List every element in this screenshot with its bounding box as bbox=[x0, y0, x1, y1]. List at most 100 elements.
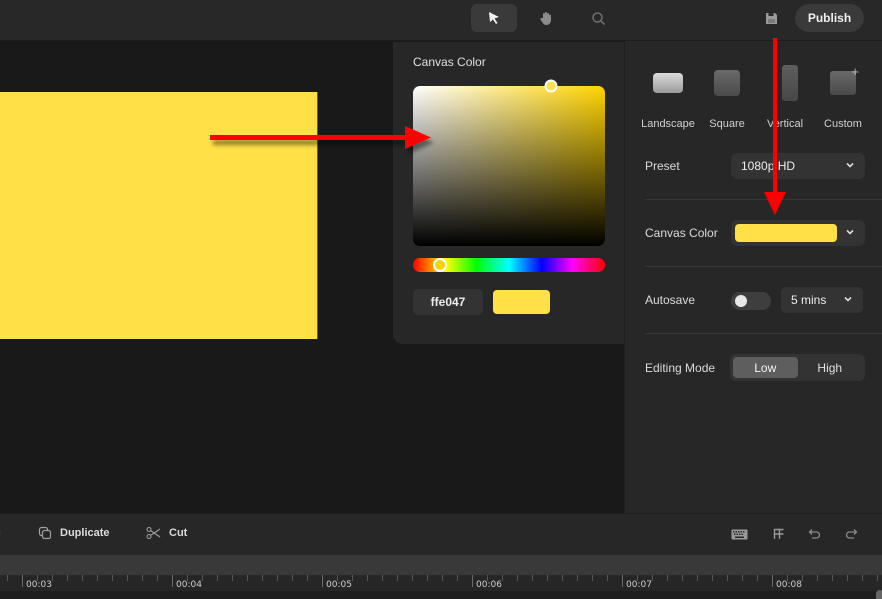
timeline-tick bbox=[832, 575, 833, 581]
saturation-brightness-area[interactable] bbox=[413, 79, 605, 246]
chevron-down-icon bbox=[844, 296, 852, 302]
format-custom-button[interactable]: + Custom bbox=[814, 64, 872, 130]
timeline-tick bbox=[547, 575, 548, 581]
hex-color-input[interactable]: ffe047 bbox=[413, 289, 483, 315]
autosave-interval-dropdown[interactable]: 5 mins bbox=[781, 287, 863, 313]
editing-mode-high-button[interactable]: High bbox=[798, 357, 863, 378]
duplicate-icon bbox=[38, 526, 52, 540]
timeline-tick bbox=[712, 575, 713, 581]
timeline-scrollbar[interactable] bbox=[876, 590, 882, 599]
bottom-toolbar: n Duplicate Cut bbox=[0, 513, 882, 555]
timeline-tick bbox=[652, 575, 653, 581]
timeline-ruler[interactable]: 00:03 00:04 00:05 00:06 00:07 00:08 bbox=[0, 575, 882, 591]
cut-label: Cut bbox=[169, 527, 188, 539]
timeline-tick bbox=[82, 575, 83, 581]
timeline-tick bbox=[322, 575, 323, 587]
color-picker-popup: Canvas Color ffe047 bbox=[393, 42, 624, 344]
scissors-icon bbox=[146, 526, 161, 540]
timeline-tick bbox=[457, 575, 458, 581]
vertical-format-icon bbox=[782, 65, 798, 101]
canvas-color-swatch bbox=[735, 224, 837, 242]
split-button[interactable] bbox=[770, 526, 788, 542]
timeline-tick bbox=[577, 575, 578, 581]
partial-action-button[interactable]: n bbox=[0, 526, 1, 538]
floppy-disk-icon bbox=[765, 12, 777, 24]
timeline-tick bbox=[487, 575, 488, 581]
format-label: Custom bbox=[824, 118, 862, 130]
timeline-tick bbox=[412, 575, 413, 581]
timeline-tick bbox=[7, 575, 8, 581]
timeline-track[interactable] bbox=[0, 555, 882, 575]
timeline-tick bbox=[472, 575, 473, 587]
partial-action-label: n bbox=[0, 526, 1, 538]
timeline-tick bbox=[877, 575, 878, 581]
timeline-tracks-area bbox=[0, 591, 882, 599]
cursor-arrow-icon bbox=[489, 12, 499, 24]
format-landscape-button[interactable]: Landscape bbox=[639, 65, 697, 130]
format-label: Vertical bbox=[766, 118, 804, 130]
top-toolbar: Publish bbox=[0, 0, 882, 41]
select-tool-button[interactable] bbox=[471, 4, 517, 32]
timeline-tick bbox=[202, 575, 203, 581]
timeline-tick bbox=[817, 575, 818, 581]
plus-icon: + bbox=[851, 64, 859, 79]
keyboard-icon bbox=[731, 529, 747, 539]
timeline-tick bbox=[442, 575, 443, 581]
canvas-color-label: Canvas Color bbox=[645, 226, 718, 240]
timeline-tick bbox=[217, 575, 218, 581]
hand-tool-button[interactable] bbox=[523, 4, 569, 32]
timeline-tick bbox=[757, 575, 758, 581]
redo-button[interactable] bbox=[842, 526, 860, 542]
timeline-tick bbox=[532, 575, 533, 581]
landscape-format-icon bbox=[653, 73, 683, 93]
timeline-tick bbox=[637, 575, 638, 581]
preset-dropdown[interactable]: 1080p HD bbox=[731, 153, 865, 179]
autosave-toggle[interactable] bbox=[731, 292, 771, 310]
keyboard-shortcuts-button[interactable] bbox=[730, 526, 748, 542]
cut-button[interactable]: Cut bbox=[146, 526, 187, 540]
timeline-tick bbox=[52, 575, 53, 581]
zoom-tool-button[interactable] bbox=[575, 4, 621, 32]
timeline-tick bbox=[862, 575, 863, 581]
editing-mode-label: Editing Mode bbox=[645, 361, 716, 375]
editing-mode-segmented-control: Low High bbox=[730, 354, 865, 381]
timeline-label: 00:05 bbox=[326, 580, 352, 590]
timeline-tick bbox=[682, 575, 683, 581]
format-label: Square bbox=[709, 118, 745, 130]
divider bbox=[645, 333, 882, 334]
timeline-tick bbox=[247, 575, 248, 581]
save-button[interactable] bbox=[760, 7, 782, 29]
undo-button[interactable] bbox=[806, 526, 824, 542]
timeline-tick bbox=[127, 575, 128, 581]
settings-panel: Landscape Square Vertical + Custom Prese… bbox=[624, 41, 882, 513]
editing-mode-low-button[interactable]: Low bbox=[733, 357, 798, 378]
timeline-tick bbox=[172, 575, 173, 587]
divider bbox=[645, 199, 882, 200]
chevron-down-icon bbox=[846, 162, 854, 168]
timeline-tick bbox=[67, 575, 68, 581]
toggle-knob bbox=[735, 295, 747, 307]
timeline-tick bbox=[142, 575, 143, 581]
timeline-tick bbox=[232, 575, 233, 581]
timeline-tick bbox=[517, 575, 518, 581]
timeline-label: 00:08 bbox=[776, 580, 802, 590]
timeline-tick bbox=[607, 575, 608, 581]
timeline-tick bbox=[337, 575, 338, 581]
canvas-preview[interactable] bbox=[0, 92, 317, 339]
color-picker-title: Canvas Color bbox=[413, 55, 486, 69]
timeline-tick bbox=[367, 575, 368, 581]
color-swatch-preview bbox=[493, 290, 550, 314]
duplicate-label: Duplicate bbox=[60, 527, 110, 539]
split-icon bbox=[773, 528, 784, 539]
hue-slider-handle[interactable] bbox=[433, 258, 448, 272]
timeline-label: 00:04 bbox=[176, 580, 202, 590]
hue-slider[interactable] bbox=[413, 258, 605, 272]
saturation-brightness-handle[interactable] bbox=[544, 79, 558, 93]
canvas-color-dropdown[interactable] bbox=[731, 220, 865, 246]
timeline-tick bbox=[772, 575, 773, 587]
format-vertical-button[interactable]: Vertical bbox=[756, 65, 814, 130]
timeline-tick bbox=[262, 575, 263, 581]
format-square-button[interactable]: Square bbox=[698, 65, 756, 130]
publish-button[interactable]: Publish bbox=[795, 4, 864, 32]
duplicate-button[interactable]: Duplicate bbox=[38, 526, 110, 540]
